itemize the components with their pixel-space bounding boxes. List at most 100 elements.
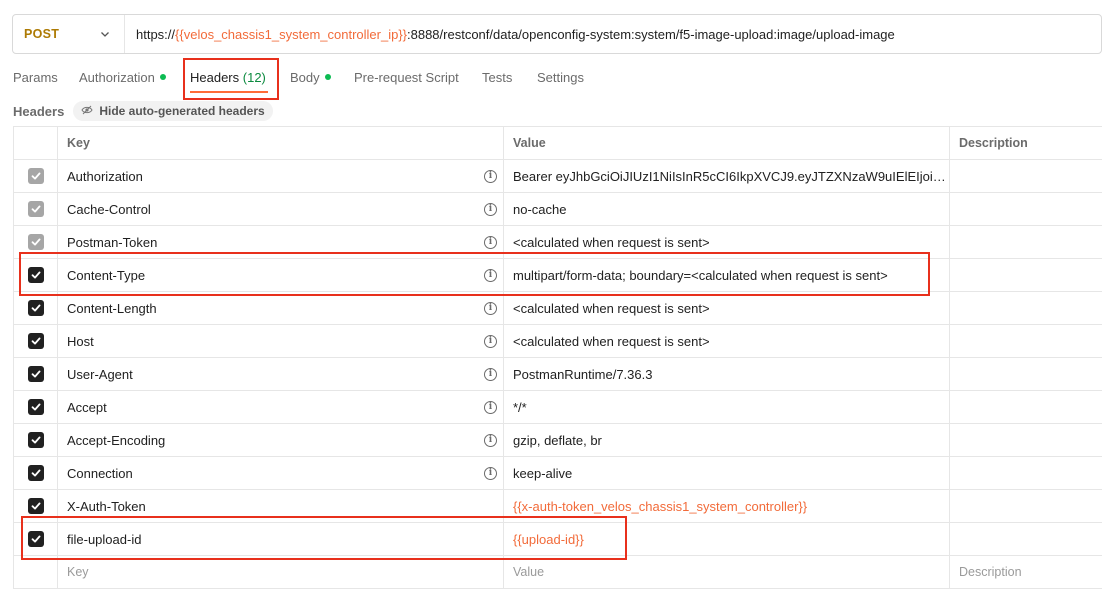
header-key: Accept xyxy=(67,399,107,415)
description-cell[interactable] xyxy=(950,325,1102,357)
tab-params[interactable]: Params xyxy=(13,70,58,85)
description-cell[interactable] xyxy=(950,490,1102,522)
header-value: gzip, deflate, br xyxy=(513,432,602,448)
description-cell[interactable] xyxy=(950,292,1102,324)
info-icon[interactable]: i xyxy=(484,301,497,315)
key-cell[interactable]: Accept i xyxy=(58,391,504,423)
header-enabled-checkbox[interactable] xyxy=(27,498,44,514)
header-enabled-checkbox[interactable] xyxy=(27,399,44,415)
info-icon[interactable]: i xyxy=(484,334,497,348)
description-cell[interactable] xyxy=(950,160,1102,192)
hide-auto-headers-button[interactable]: Hide auto-generated headers xyxy=(73,101,273,121)
key-cell[interactable]: Host i xyxy=(58,325,504,357)
header-key: User-Agent xyxy=(67,366,133,382)
description-cell[interactable] xyxy=(950,193,1102,225)
info-icon[interactable]: i xyxy=(484,367,497,381)
url-prefix: https:// xyxy=(136,26,176,42)
header-value: PostmanRuntime/7.36.3 xyxy=(513,366,653,382)
info-icon[interactable]: i xyxy=(484,433,497,447)
new-description-input[interactable]: Description xyxy=(950,556,1102,588)
info-icon[interactable]: i xyxy=(484,202,497,216)
info-icon[interactable]: i xyxy=(484,169,497,183)
header-key: Connection xyxy=(67,465,133,481)
header-enabled-checkbox[interactable] xyxy=(27,432,44,448)
new-value-input[interactable]: Value xyxy=(504,556,950,588)
checkbox-cell xyxy=(13,325,58,357)
tab-settings[interactable]: Settings xyxy=(537,70,584,85)
info-icon[interactable]: i xyxy=(484,235,497,249)
tab-label: Params xyxy=(13,70,58,85)
header-enabled-checkbox[interactable] xyxy=(27,300,44,316)
eye-off-icon xyxy=(81,104,99,118)
status-dot xyxy=(324,74,331,80)
header-value: <calculated when request is sent> xyxy=(513,300,710,316)
hide-auto-headers-label: Hide auto-generated headers xyxy=(99,104,265,118)
headers-toolbar: Headers Hide auto-generated headers xyxy=(13,100,273,122)
tab-authorization[interactable]: Authorization xyxy=(79,70,166,85)
value-cell[interactable]: gzip, deflate, br xyxy=(504,424,950,456)
header-enabled-checkbox[interactable] xyxy=(27,366,44,382)
headers-title: Headers xyxy=(13,103,65,119)
checkbox-cell xyxy=(13,424,58,456)
header-enabled-checkbox xyxy=(27,201,44,217)
table-row: User-Agent i PostmanRuntime/7.36.3 xyxy=(13,358,1102,391)
value-cell[interactable]: PostmanRuntime/7.36.3 xyxy=(504,358,950,390)
table-row: Content-Length i <calculated when request … xyxy=(13,292,1102,325)
url-input[interactable]: https://{{velos_chassis1_system_controll… xyxy=(125,27,895,42)
value-cell[interactable]: no-cache xyxy=(504,193,950,225)
header-value: Bearer eyJhbGciOiJIUzI1NiIsInR5cCI6IkpXV… xyxy=(513,168,947,184)
description-cell[interactable] xyxy=(950,424,1102,456)
key-cell[interactable]: Authorization i xyxy=(58,160,504,192)
tab-label: Tests xyxy=(482,70,513,85)
empty-checkbox-cell xyxy=(13,556,58,588)
value-cell[interactable]: */* xyxy=(504,391,950,423)
key-cell[interactable]: Accept-Encoding i xyxy=(58,424,504,456)
description-cell[interactable] xyxy=(950,259,1102,291)
tab-pre-request-script[interactable]: Pre-request Script xyxy=(354,70,459,85)
description-cell[interactable] xyxy=(950,391,1102,423)
checkbox-cell xyxy=(13,292,58,324)
header-enabled-checkbox[interactable] xyxy=(27,465,44,481)
info-icon[interactable]: i xyxy=(484,400,497,414)
method-select[interactable]: POST xyxy=(13,15,125,53)
table-row: Accept-Encoding i gzip, deflate, br xyxy=(13,424,1102,457)
description-cell[interactable] xyxy=(950,358,1102,390)
key-cell[interactable]: User-Agent i xyxy=(58,358,504,390)
key-cell[interactable]: Cache-Control i xyxy=(58,193,504,225)
tab-body[interactable]: Body xyxy=(290,70,331,85)
url-variable: {{velos_chassis1_system_controller_ip}} xyxy=(175,26,407,42)
new-key-input[interactable]: Key xyxy=(58,556,504,588)
info-icon[interactable]: i xyxy=(484,466,497,480)
header-value: keep-alive xyxy=(513,465,573,481)
new-header-row: Key Value Description xyxy=(13,556,1102,589)
header-enabled-checkbox[interactable] xyxy=(27,333,44,349)
value-cell[interactable]: keep-alive xyxy=(504,457,950,489)
header-enabled-checkbox xyxy=(27,168,44,184)
value-cell[interactable]: Bearer eyJhbGciOiJIUzI1NiIsInR5cCI6IkpXV… xyxy=(504,160,950,192)
value-cell[interactable]: <calculated when request is sent> xyxy=(504,292,950,324)
description-cell[interactable] xyxy=(950,457,1102,489)
key-cell[interactable]: Content-Length i xyxy=(58,292,504,324)
tab-label: Authorization xyxy=(79,70,155,85)
tab-label: Body xyxy=(290,70,320,85)
column-description: Description xyxy=(959,136,1028,150)
chevron-down-icon xyxy=(100,29,110,39)
description-cell[interactable] xyxy=(950,226,1102,258)
header-key: Host xyxy=(67,333,94,349)
tab-label: Settings xyxy=(537,70,584,85)
method-label: POST xyxy=(24,27,60,41)
header-key: Postman-Token xyxy=(67,234,158,250)
value-cell[interactable]: <calculated when request is sent> xyxy=(504,325,950,357)
table-row: Connection i keep-alive xyxy=(13,457,1102,490)
header-value: {{x-auth-token_velos_chassis1_system_con… xyxy=(513,498,808,514)
description-cell[interactable] xyxy=(950,523,1102,555)
status-dot xyxy=(159,74,166,80)
key-cell[interactable]: Connection i xyxy=(58,457,504,489)
table-row: Cache-Control i no-cache xyxy=(13,193,1102,226)
header-key: Accept-Encoding xyxy=(67,432,166,448)
checkbox-header xyxy=(13,127,58,159)
table-row: Host i <calculated when request is sent> xyxy=(13,325,1102,358)
tab-tests[interactable]: Tests xyxy=(482,70,512,85)
header-key: Authorization xyxy=(67,168,143,184)
header-value: <calculated when request is sent> xyxy=(513,234,710,250)
